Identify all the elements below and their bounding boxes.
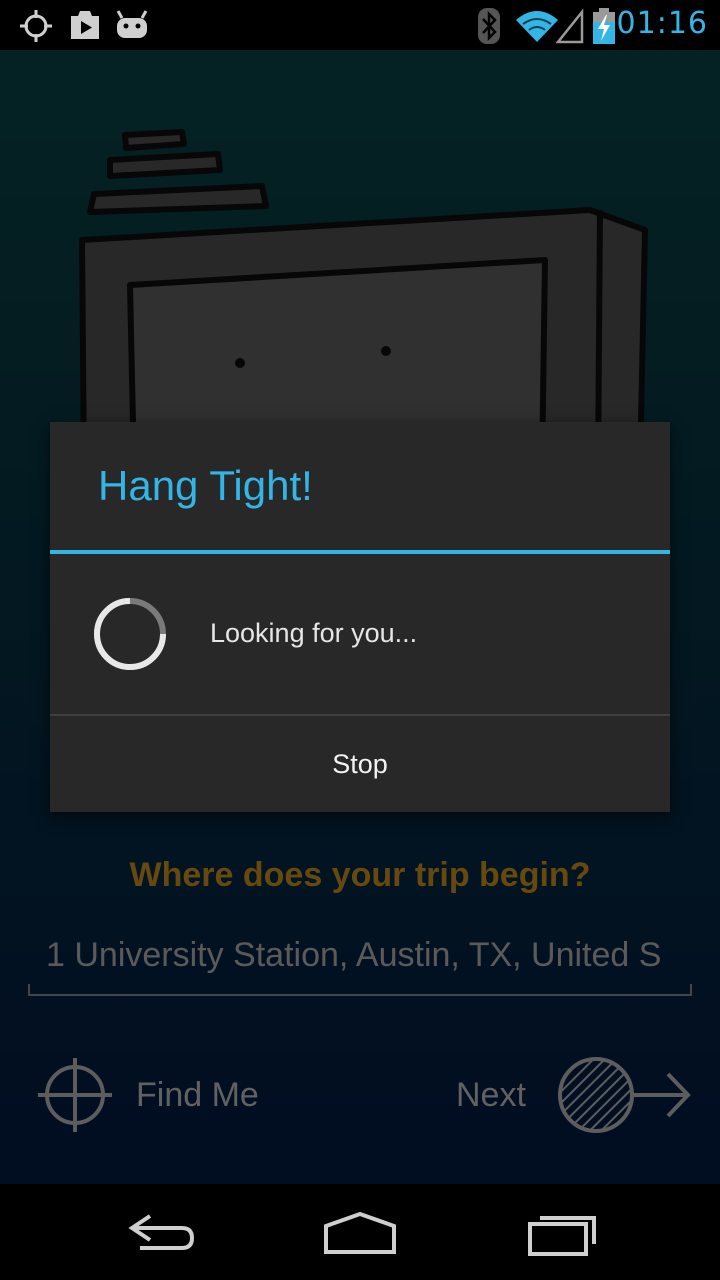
- trip-question: Where does your trip begin?: [129, 856, 591, 894]
- start-address-input[interactable]: 1 University Station, Austin, TX, United…: [28, 928, 692, 996]
- input-edge-right: [690, 984, 692, 994]
- home-icon[interactable]: [310, 1202, 410, 1262]
- find-me-label: Find Me: [136, 1076, 259, 1114]
- play-store-icon: [71, 11, 99, 39]
- status-bar: 01:16: [0, 0, 720, 50]
- input-edge-left: [28, 984, 30, 994]
- crosshair-icon: [38, 1058, 112, 1132]
- clock: 01:16: [616, 6, 708, 41]
- gps-icon: [20, 10, 52, 42]
- android-icon: [116, 10, 148, 38]
- next-label: Next: [456, 1076, 526, 1114]
- back-icon[interactable]: [110, 1202, 210, 1262]
- dialog-title-divider: [50, 550, 670, 554]
- bluetooth-icon: [478, 8, 500, 44]
- dialog-title: Hang Tight!: [98, 462, 313, 509]
- navigation-bar: [0, 1184, 720, 1280]
- signal-icon: [556, 8, 584, 44]
- start-address-value: 1 University Station, Austin, TX, United…: [46, 936, 662, 974]
- stop-button[interactable]: Stop: [50, 716, 670, 812]
- recent-apps-icon[interactable]: [512, 1202, 612, 1262]
- battery-charging-icon: [593, 8, 615, 44]
- dialog-message: Looking for you...: [210, 618, 418, 648]
- tv-mascot-illustration: [79, 129, 648, 440]
- loading-spinner-icon: [94, 598, 166, 670]
- next-arrow-icon: [558, 1057, 691, 1133]
- find-me-button[interactable]: Find Me: [36, 1050, 316, 1140]
- progress-dialog: Hang Tight! Looking for you... Stop: [50, 422, 670, 812]
- wifi-icon: [516, 11, 558, 42]
- next-button[interactable]: Next: [440, 1050, 700, 1140]
